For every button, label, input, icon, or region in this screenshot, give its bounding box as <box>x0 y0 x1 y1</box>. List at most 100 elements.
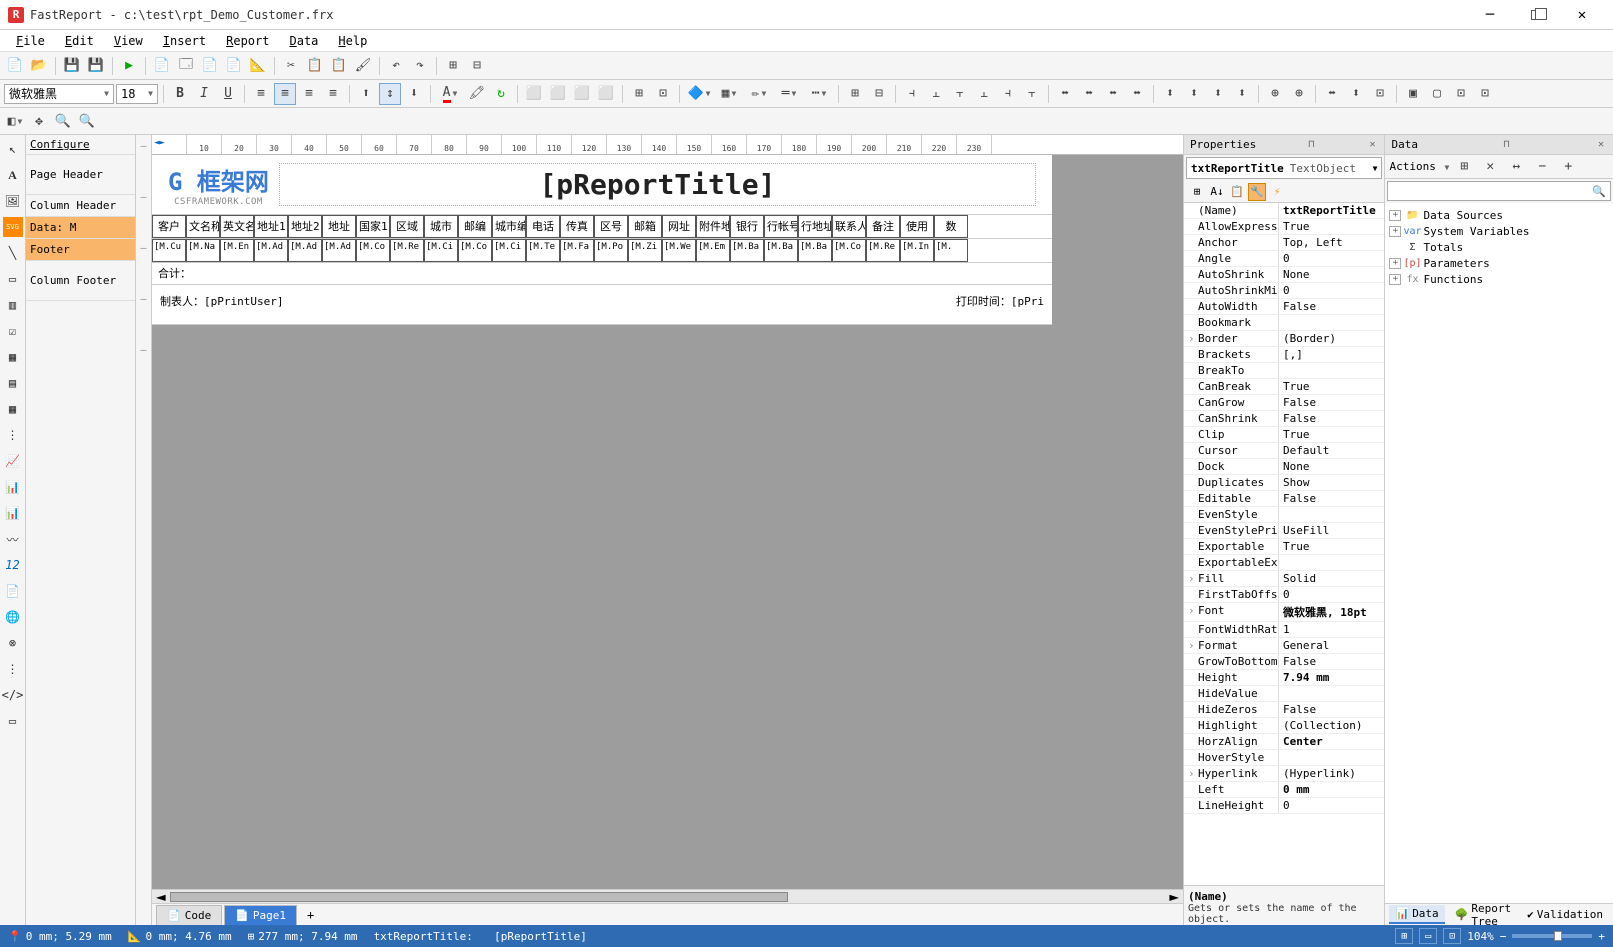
prop-row-fontwidthratio[interactable]: FontWidthRatio1 <box>1184 622 1384 638</box>
highlight-button[interactable]: 🖍 <box>466 83 488 105</box>
prop-properties-button[interactable]: 📋 <box>1228 183 1246 201</box>
font-size-combo[interactable]: 18▼ <box>116 84 158 104</box>
status-btn-2[interactable]: ▭ <box>1419 928 1437 944</box>
line-tool[interactable]: ╲ <box>3 243 23 263</box>
status-btn-1[interactable]: ⊞ <box>1395 928 1413 944</box>
tab-validation[interactable]: ✔ Validation <box>1521 906 1609 923</box>
band-column-footer[interactable]: Column Footer <box>26 261 135 301</box>
data-btn-3[interactable]: ↔ <box>1505 156 1527 178</box>
col-header-cell[interactable]: 文名称 <box>186 215 220 238</box>
col-header-cell[interactable]: 传真 <box>560 215 594 238</box>
prop-row-hyperlink[interactable]: ›Hyperlink(Hyperlink) <box>1184 766 1384 782</box>
find-button[interactable]: 🔍 <box>52 110 74 132</box>
data-cell[interactable]: [M.Zi <box>628 239 662 262</box>
col-header-cell[interactable]: 联系人 <box>832 215 866 238</box>
tree-node-totals[interactable]: ΣTotals <box>1389 239 1609 255</box>
prop-row-bookmark[interactable]: Bookmark <box>1184 315 1384 331</box>
data-cell[interactable]: [M.Ba <box>798 239 832 262</box>
checkbox-tool[interactable]: ☑ <box>3 321 23 341</box>
data-cell[interactable]: [M. <box>934 239 968 262</box>
zoom-out-button[interactable]: − <box>1500 930 1507 943</box>
zoom-in-button[interactable]: + <box>1598 930 1605 943</box>
font-color-button[interactable]: A▼ <box>436 83 464 105</box>
align-center-button[interactable]: ≡ <box>274 83 296 105</box>
minimize-button[interactable]: ─ <box>1467 0 1513 30</box>
center-h-button[interactable]: ⊕ <box>1264 83 1286 105</box>
footer-band[interactable]: 合计： <box>152 263 1052 285</box>
data-search-input[interactable]: 🔍 <box>1387 181 1611 201</box>
band-data--m[interactable]: Data: M <box>26 217 135 239</box>
data-cell[interactable]: [M.Ad <box>288 239 322 262</box>
text-tool[interactable]: A <box>3 165 23 185</box>
add-page-button[interactable]: + <box>299 905 322 925</box>
align-right-button[interactable]: ≡ <box>298 83 320 105</box>
same-width-button[interactable]: ⬌ <box>1321 83 1343 105</box>
prop-lightning-button[interactable]: ⚡ <box>1268 183 1286 201</box>
col-header-cell[interactable]: 地址1 <box>254 215 288 238</box>
prop-row-growtobottom[interactable]: GrowToBottomFalse <box>1184 654 1384 670</box>
menu-data[interactable]: Data <box>279 31 328 51</box>
save-all-button[interactable]: 💾 <box>85 55 107 77</box>
data-cell[interactable]: [M.We <box>662 239 696 262</box>
table-tool[interactable]: ▦ <box>3 347 23 367</box>
align-centers-button[interactable]: ⫠ <box>925 83 947 105</box>
cut-button[interactable]: ✂ <box>280 55 302 77</box>
rotate-button[interactable]: ↻ <box>490 83 512 105</box>
undo-button[interactable]: ↶ <box>385 55 407 77</box>
data-btn-2[interactable]: ✕ <box>1479 156 1501 178</box>
tab-report-tree[interactable]: 🌳 Report Tree <box>1449 900 1517 926</box>
prop-row-lineheight[interactable]: LineHeight0 <box>1184 798 1384 814</box>
col-header-cell[interactable]: 城市编 <box>492 215 526 238</box>
prop-row-format[interactable]: ›FormatGeneral <box>1184 638 1384 654</box>
prop-row-font[interactable]: ›Font微软雅黑, 18pt <box>1184 603 1384 622</box>
prop-row-border[interactable]: ›Border(Border) <box>1184 331 1384 347</box>
tab-code[interactable]: 📄Code <box>156 905 222 925</box>
align-left-button[interactable]: ≡ <box>250 83 272 105</box>
prop-row-canshrink[interactable]: CanShrinkFalse <box>1184 411 1384 427</box>
col-header-cell[interactable]: 城市 <box>424 215 458 238</box>
border-left-button[interactable]: ⬜ <box>571 83 593 105</box>
data-cell[interactable]: [M.Em <box>696 239 730 262</box>
replace-button[interactable]: 🔍 <box>76 110 98 132</box>
data-btn-5[interactable]: + <box>1557 156 1579 178</box>
prop-row-editable[interactable]: EditableFalse <box>1184 491 1384 507</box>
move-button[interactable]: ✥ <box>28 110 50 132</box>
col-header-cell[interactable]: 附件地 <box>696 215 730 238</box>
italic-button[interactable]: I <box>193 83 215 105</box>
prop-row-autoshrink[interactable]: AutoShrinkNone <box>1184 267 1384 283</box>
restore-button[interactable] <box>1513 0 1559 30</box>
status-btn-3[interactable]: ⊡ <box>1443 928 1461 944</box>
col-header-cell[interactable]: 电话 <box>526 215 560 238</box>
tab-data[interactable]: 📊 Data <box>1389 905 1444 924</box>
col-header-cell[interactable]: 国家1 <box>356 215 390 238</box>
picture-tool[interactable]: 🖼 <box>3 191 23 211</box>
col-header-cell[interactable]: 行帐号 <box>764 215 798 238</box>
col-header-cell[interactable]: 银行 <box>730 215 764 238</box>
data-btn-1[interactable]: ⊞ <box>1453 156 1475 178</box>
extra-1-button[interactable]: ⊡ <box>1450 83 1472 105</box>
align-tops-button[interactable]: ⫠ <box>973 83 995 105</box>
prop-row-hoverstyle[interactable]: HoverStyle <box>1184 750 1384 766</box>
prop-row-evenstyle[interactable]: EvenStyle <box>1184 507 1384 523</box>
prop-row-exportableexpres[interactable]: ExportableExpres <box>1184 555 1384 571</box>
menu-view[interactable]: View <box>104 31 153 51</box>
tree-node-functions[interactable]: +fxFunctions <box>1389 271 1609 287</box>
align-bottoms-button[interactable]: ⫟ <box>1021 83 1043 105</box>
signature-tool[interactable]: ⋮ <box>3 659 23 679</box>
col-header-cell[interactable]: 网址 <box>662 215 696 238</box>
space-v-inc-button[interactable]: ⬍ <box>1183 83 1205 105</box>
menu-report[interactable]: Report <box>216 31 279 51</box>
zoom-slider[interactable] <box>1512 934 1592 938</box>
menu-file[interactable]: File <box>6 31 55 51</box>
col-header-cell[interactable]: 邮箱 <box>628 215 662 238</box>
copy-button[interactable]: 📋 <box>304 55 326 77</box>
space-h-dec-button[interactable]: ⬌ <box>1102 83 1124 105</box>
data-cell[interactable]: [M.Co <box>458 239 492 262</box>
align-justify-button[interactable]: ≡ <box>322 83 344 105</box>
prop-row-anchor[interactable]: AnchorTop, Left <box>1184 235 1384 251</box>
col-header-cell[interactable]: 数 <box>934 215 968 238</box>
prop-row-firsttaboffset[interactable]: FirstTabOffset0 <box>1184 587 1384 603</box>
valign-top-button[interactable]: ⬆ <box>355 83 377 105</box>
chart2-tool[interactable]: 📊 <box>3 503 23 523</box>
page-header-band[interactable]: G 框架网 CSFRAMEWORK.COM [pReportTitle] <box>152 155 1052 215</box>
